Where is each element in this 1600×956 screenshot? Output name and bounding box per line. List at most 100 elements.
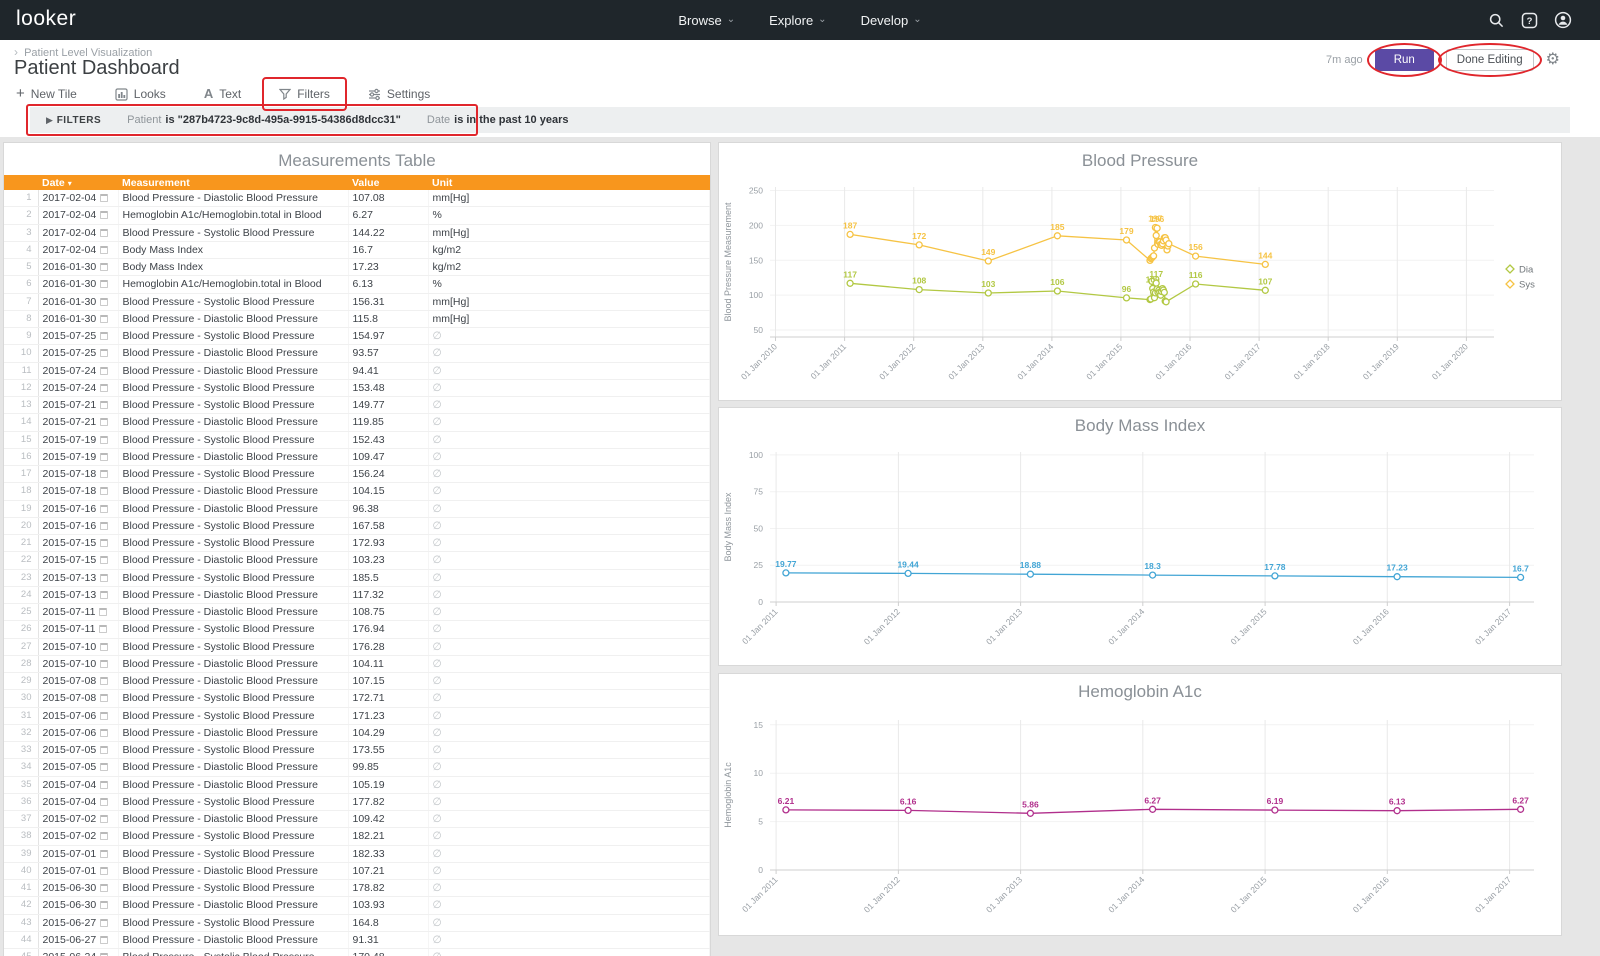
date-cell[interactable]: 2015-07-05	[38, 759, 118, 776]
measurement-cell[interactable]: Blood Pressure - Diastolic Blood Pressur…	[118, 811, 348, 828]
value-cell[interactable]: 115.8	[348, 310, 428, 327]
date-cell[interactable]: 2015-07-24	[38, 362, 118, 379]
value-cell[interactable]: 109.42	[348, 811, 428, 828]
value-cell[interactable]: 171.23	[348, 707, 428, 724]
nav-menu-browse[interactable]: Browse ⌄	[678, 13, 735, 28]
measurement-cell[interactable]: Blood Pressure - Systolic Blood Pressure	[118, 466, 348, 483]
measurement-cell[interactable]: Blood Pressure - Systolic Blood Pressure	[118, 949, 348, 956]
data-point[interactable]	[1163, 299, 1169, 305]
date-cell[interactable]: 2015-07-10	[38, 655, 118, 672]
value-cell[interactable]: 172.93	[348, 535, 428, 552]
measurement-cell[interactable]: Body Mass Index	[118, 259, 348, 276]
measurement-cell[interactable]: Blood Pressure - Systolic Blood Pressure	[118, 224, 348, 241]
measurement-cell[interactable]: Blood Pressure - Diastolic Blood Pressur…	[118, 586, 348, 603]
date-cell[interactable]: 2015-07-13	[38, 569, 118, 586]
value-cell[interactable]: 16.7	[348, 241, 428, 258]
date-cell[interactable]: 2017-02-04	[38, 241, 118, 258]
measurement-cell[interactable]: Blood Pressure - Diastolic Blood Pressur…	[118, 414, 348, 431]
date-cell[interactable]: 2015-07-08	[38, 690, 118, 707]
settings-button[interactable]: Settings	[358, 83, 440, 105]
measurement-cell[interactable]: Blood Pressure - Systolic Blood Pressure	[118, 569, 348, 586]
date-cell[interactable]: 2015-07-25	[38, 328, 118, 345]
measurement-cell[interactable]: Blood Pressure - Diastolic Blood Pressur…	[118, 310, 348, 327]
date-cell[interactable]: 2015-07-19	[38, 431, 118, 448]
column-header-value[interactable]: Value	[348, 175, 428, 190]
gear-icon[interactable]: ⚙	[1546, 52, 1560, 68]
data-point[interactable]	[1054, 288, 1060, 294]
date-cell[interactable]: 2015-07-06	[38, 707, 118, 724]
data-point[interactable]	[916, 242, 922, 248]
text-button[interactable]: A Text	[194, 83, 251, 105]
date-cell[interactable]: 2015-06-30	[38, 880, 118, 897]
legend-item-dia[interactable]: Dia	[1506, 265, 1534, 276]
date-cell[interactable]: 2015-07-24	[38, 379, 118, 396]
value-cell[interactable]: 96.38	[348, 500, 428, 517]
value-cell[interactable]: 6.27	[348, 207, 428, 224]
data-point[interactable]	[985, 258, 991, 264]
date-cell[interactable]: 2015-07-18	[38, 466, 118, 483]
measurement-cell[interactable]: Blood Pressure - Systolic Blood Pressure	[118, 379, 348, 396]
data-point[interactable]	[1153, 233, 1159, 239]
date-cell[interactable]: 2015-07-04	[38, 793, 118, 810]
measurement-cell[interactable]: Blood Pressure - Systolic Blood Pressure	[118, 328, 348, 345]
measurement-cell[interactable]: Blood Pressure - Systolic Blood Pressure	[118, 517, 348, 534]
measurement-cell[interactable]: Blood Pressure - Systolic Blood Pressure	[118, 793, 348, 810]
measurement-cell[interactable]: Blood Pressure - Diastolic Blood Pressur…	[118, 483, 348, 500]
date-cell[interactable]: 2015-07-06	[38, 724, 118, 741]
value-cell[interactable]: 99.85	[348, 759, 428, 776]
date-cell[interactable]: 2015-07-16	[38, 517, 118, 534]
measurement-cell[interactable]: Blood Pressure - Diastolic Blood Pressur…	[118, 655, 348, 672]
measurement-cell[interactable]: Blood Pressure - Systolic Blood Pressure	[118, 690, 348, 707]
looker-logo[interactable]: looker	[16, 7, 76, 31]
date-cell[interactable]: 2015-07-21	[38, 397, 118, 414]
date-cell[interactable]: 2016-01-30	[38, 293, 118, 310]
date-cell[interactable]: 2015-06-24	[38, 949, 118, 956]
date-cell[interactable]: 2015-07-05	[38, 742, 118, 759]
account-icon[interactable]	[1554, 11, 1572, 29]
data-point[interactable]	[985, 290, 991, 296]
data-point[interactable]	[1161, 289, 1167, 295]
date-cell[interactable]: 2017-02-04	[38, 207, 118, 224]
body-mass-index-chart[interactable]: 01 Jan 201101 Jan 201201 Jan 201301 Jan …	[720, 440, 1560, 664]
data-point[interactable]	[1150, 806, 1156, 812]
value-cell[interactable]: 149.77	[348, 397, 428, 414]
value-cell[interactable]: 156.31	[348, 293, 428, 310]
help-icon[interactable]: ?	[1521, 12, 1538, 29]
value-cell[interactable]: 108.75	[348, 604, 428, 621]
value-cell[interactable]: 178.82	[348, 880, 428, 897]
data-point[interactable]	[1394, 808, 1400, 814]
value-cell[interactable]: 152.43	[348, 431, 428, 448]
measurement-cell[interactable]: Blood Pressure - Diastolic Blood Pressur…	[118, 776, 348, 793]
date-cell[interactable]: 2015-07-19	[38, 448, 118, 465]
nav-menu-develop[interactable]: Develop ⌄	[861, 13, 922, 28]
value-cell[interactable]: 173.55	[348, 742, 428, 759]
measurement-cell[interactable]: Blood Pressure - Systolic Blood Pressure	[118, 621, 348, 638]
data-point[interactable]	[1262, 261, 1268, 267]
filter-patient[interactable]: Patientis "287b4723-9c8d-495a-9915-54386…	[127, 114, 401, 126]
measurement-cell[interactable]: Blood Pressure - Systolic Blood Pressure	[118, 914, 348, 931]
expand-arrow-icon[interactable]: ▶	[46, 115, 53, 125]
column-header-date[interactable]: Date ▾	[38, 175, 118, 190]
looks-button[interactable]: Looks	[105, 83, 176, 105]
date-cell[interactable]: 2015-07-11	[38, 604, 118, 621]
value-cell[interactable]: 153.48	[348, 379, 428, 396]
data-point[interactable]	[1193, 281, 1199, 287]
hemoglobin-a1c-chart[interactable]: 01 Jan 201101 Jan 201201 Jan 201301 Jan …	[720, 706, 1560, 932]
measurement-cell[interactable]: Blood Pressure - Systolic Blood Pressure	[118, 880, 348, 897]
date-cell[interactable]: 2015-06-27	[38, 914, 118, 931]
value-cell[interactable]: 91.31	[348, 931, 428, 948]
value-cell[interactable]: 144.22	[348, 224, 428, 241]
value-cell[interactable]: 94.41	[348, 362, 428, 379]
date-cell[interactable]: 2015-07-11	[38, 621, 118, 638]
value-cell[interactable]: 104.29	[348, 724, 428, 741]
date-cell[interactable]: 2015-07-01	[38, 845, 118, 862]
measurement-cell[interactable]: Blood Pressure - Systolic Blood Pressure	[118, 638, 348, 655]
search-icon[interactable]	[1488, 12, 1505, 29]
date-cell[interactable]: 2015-07-10	[38, 638, 118, 655]
data-point[interactable]	[1027, 810, 1033, 816]
value-cell[interactable]: 172.71	[348, 690, 428, 707]
date-cell[interactable]: 2016-01-30	[38, 276, 118, 293]
value-cell[interactable]: 17.23	[348, 259, 428, 276]
date-cell[interactable]: 2017-02-04	[38, 224, 118, 241]
column-header-unit[interactable]: Unit	[428, 175, 710, 190]
